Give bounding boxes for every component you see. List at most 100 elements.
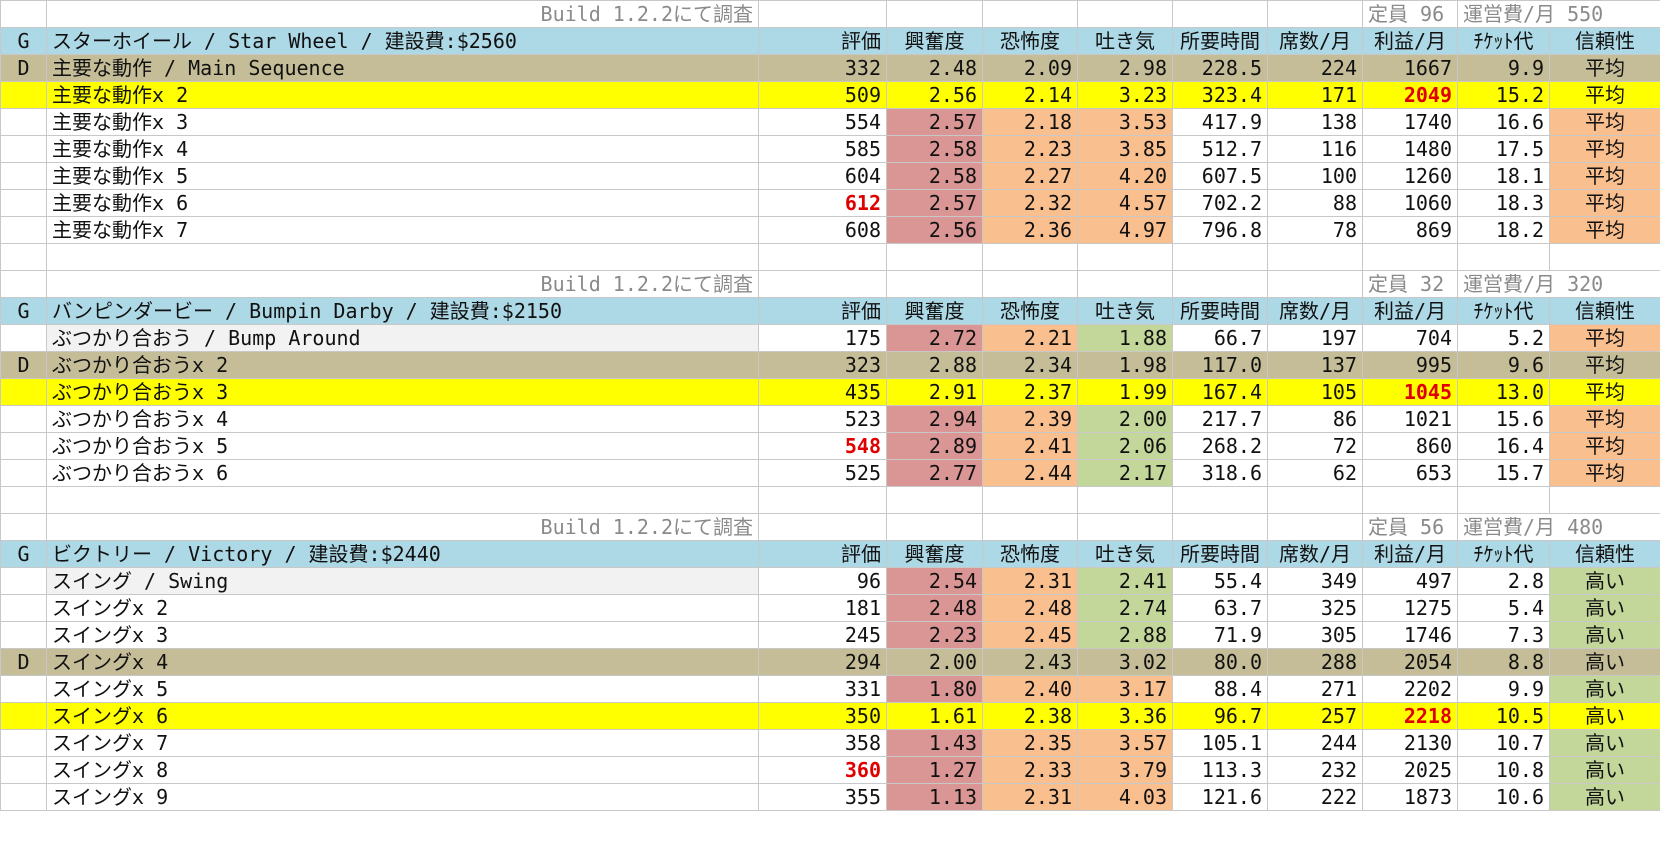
cell-profit-per-month[interactable]: 2054 — [1362, 647, 1458, 676]
cell-profit-per-month[interactable]: 2049 — [1362, 81, 1458, 109]
cell-excitement[interactable]: 2.57 — [886, 108, 983, 136]
cell-ticket-price[interactable]: 10.8 — [1457, 755, 1550, 784]
empty-cell[interactable] — [982, 485, 1078, 514]
cell-rating[interactable]: 523 — [758, 404, 887, 433]
cell-profit-per-month[interactable]: 1667 — [1362, 54, 1458, 82]
build-note[interactable]: Build 1.2.2にて調査 — [46, 269, 759, 298]
cell-fear[interactable]: 2.44 — [982, 458, 1078, 487]
cell-nausea[interactable]: 3.57 — [1077, 728, 1173, 757]
cell-nausea[interactable]: 4.20 — [1077, 162, 1173, 190]
cell-rating[interactable]: 245 — [758, 620, 887, 649]
cell-rating[interactable]: 96 — [758, 566, 887, 595]
operation-name[interactable]: ぶつかり合おうx 3 — [46, 377, 759, 406]
cell-reliability[interactable]: 平均 — [1549, 162, 1660, 190]
cell-duration[interactable]: 71.9 — [1172, 620, 1268, 649]
cell-reliability[interactable]: 平均 — [1549, 431, 1660, 460]
cell-nausea[interactable]: 1.98 — [1077, 350, 1173, 379]
cell-nausea[interactable]: 2.88 — [1077, 620, 1173, 649]
cell-rating[interactable]: 355 — [758, 782, 887, 811]
cell-rating[interactable]: 612 — [758, 189, 887, 217]
column-header-nausea[interactable]: 吐き気 — [1077, 539, 1173, 568]
group-header[interactable]: G — [0, 27, 47, 55]
column-header-rating[interactable]: 評価 — [758, 539, 887, 568]
empty-cell[interactable] — [758, 0, 887, 28]
operation-name[interactable]: 主要な動作x 7 — [46, 216, 759, 244]
cell-fear[interactable]: 2.40 — [982, 674, 1078, 703]
cell-excitement[interactable]: 2.57 — [886, 189, 983, 217]
ride-title[interactable]: スターホイール / Star Wheel / 建設費:$2560 — [46, 27, 759, 55]
empty-cell[interactable] — [758, 485, 887, 514]
column-header-excitement[interactable]: 興奮度 — [886, 539, 983, 568]
staff-note[interactable]: 定員 96 — [1362, 0, 1458, 28]
cell-fear[interactable]: 2.45 — [982, 620, 1078, 649]
cell-fear[interactable]: 2.31 — [982, 782, 1078, 811]
group-header[interactable]: G — [0, 539, 47, 568]
default-tag[interactable] — [0, 404, 47, 433]
default-tag[interactable] — [0, 216, 47, 244]
cell-duration[interactable]: 607.5 — [1172, 162, 1268, 190]
cell-ticket-price[interactable]: 2.8 — [1457, 566, 1550, 595]
cell-profit-per-month[interactable]: 2218 — [1362, 701, 1458, 730]
empty-cell[interactable] — [982, 0, 1078, 28]
cell-nausea[interactable]: 1.99 — [1077, 377, 1173, 406]
operation-name[interactable]: ぶつかり合おうx 5 — [46, 431, 759, 460]
column-header-reliability[interactable]: 信頼性 — [1549, 27, 1660, 55]
ride-title[interactable]: バンピンダービー / Bumpin Darby / 建設費:$2150 — [46, 296, 759, 325]
cell-duration[interactable]: 217.7 — [1172, 404, 1268, 433]
cell-fear[interactable]: 2.34 — [982, 350, 1078, 379]
cell-fear[interactable]: 2.31 — [982, 566, 1078, 595]
cell-nausea[interactable]: 3.79 — [1077, 755, 1173, 784]
empty-cell[interactable] — [1077, 512, 1173, 541]
cell-excitement[interactable]: 2.89 — [886, 431, 983, 460]
cell-rating[interactable]: 608 — [758, 216, 887, 244]
cell-rating[interactable]: 585 — [758, 135, 887, 163]
cell-ticket-price[interactable]: 8.8 — [1457, 647, 1550, 676]
default-tag[interactable] — [0, 620, 47, 649]
empty-cell[interactable] — [982, 269, 1078, 298]
cell-profit-per-month[interactable]: 2202 — [1362, 674, 1458, 703]
cell-duration[interactable]: 323.4 — [1172, 81, 1268, 109]
default-tag[interactable] — [0, 431, 47, 460]
empty-cell[interactable] — [46, 485, 759, 514]
cell-duration[interactable]: 228.5 — [1172, 54, 1268, 82]
cell-seats-per-month[interactable]: 257 — [1267, 701, 1363, 730]
operation-name[interactable]: スイングx 3 — [46, 620, 759, 649]
cell-duration[interactable]: 63.7 — [1172, 593, 1268, 622]
cell-rating[interactable]: 323 — [758, 350, 887, 379]
cell-profit-per-month[interactable]: 1480 — [1362, 135, 1458, 163]
empty-cell[interactable] — [1077, 0, 1173, 28]
cell-nausea[interactable]: 2.74 — [1077, 593, 1173, 622]
operation-name[interactable]: 主要な動作x 2 — [46, 81, 759, 109]
cell-reliability[interactable]: 高い — [1549, 782, 1660, 811]
cell-reliability[interactable]: 平均 — [1549, 377, 1660, 406]
default-tag[interactable]: D — [0, 647, 47, 676]
cell-seats-per-month[interactable]: 349 — [1267, 566, 1363, 595]
cell-excitement[interactable]: 2.54 — [886, 566, 983, 595]
empty-cell[interactable] — [1362, 485, 1458, 514]
cell-seats-per-month[interactable]: 62 — [1267, 458, 1363, 487]
operation-name[interactable]: スイングx 5 — [46, 674, 759, 703]
cell-excitement[interactable]: 2.00 — [886, 647, 983, 676]
cell-rating[interactable]: 294 — [758, 647, 887, 676]
cell-rating[interactable]: 360 — [758, 755, 887, 784]
cell-fear[interactable]: 2.39 — [982, 404, 1078, 433]
default-tag[interactable] — [0, 755, 47, 784]
cell-seats-per-month[interactable]: 72 — [1267, 431, 1363, 460]
default-tag[interactable] — [0, 593, 47, 622]
staff-note[interactable]: 定員 56 — [1362, 512, 1458, 541]
cell-excitement[interactable]: 2.48 — [886, 54, 983, 82]
cell-profit-per-month[interactable]: 869 — [1362, 216, 1458, 244]
cell-seats-per-month[interactable]: 288 — [1267, 647, 1363, 676]
cell-reliability[interactable]: 高い — [1549, 566, 1660, 595]
cell-ticket-price[interactable]: 9.9 — [1457, 54, 1550, 82]
cell-reliability[interactable]: 高い — [1549, 647, 1660, 676]
cell-excitement[interactable]: 2.58 — [886, 135, 983, 163]
cell-excitement[interactable]: 2.77 — [886, 458, 983, 487]
cell-duration[interactable]: 113.3 — [1172, 755, 1268, 784]
cell-reliability[interactable]: 平均 — [1549, 458, 1660, 487]
empty-cell[interactable] — [1362, 243, 1458, 271]
cell-excitement[interactable]: 2.58 — [886, 162, 983, 190]
operation-name[interactable]: スイングx 9 — [46, 782, 759, 811]
cell-duration[interactable]: 121.6 — [1172, 782, 1268, 811]
column-header-reliability[interactable]: 信頼性 — [1549, 539, 1660, 568]
